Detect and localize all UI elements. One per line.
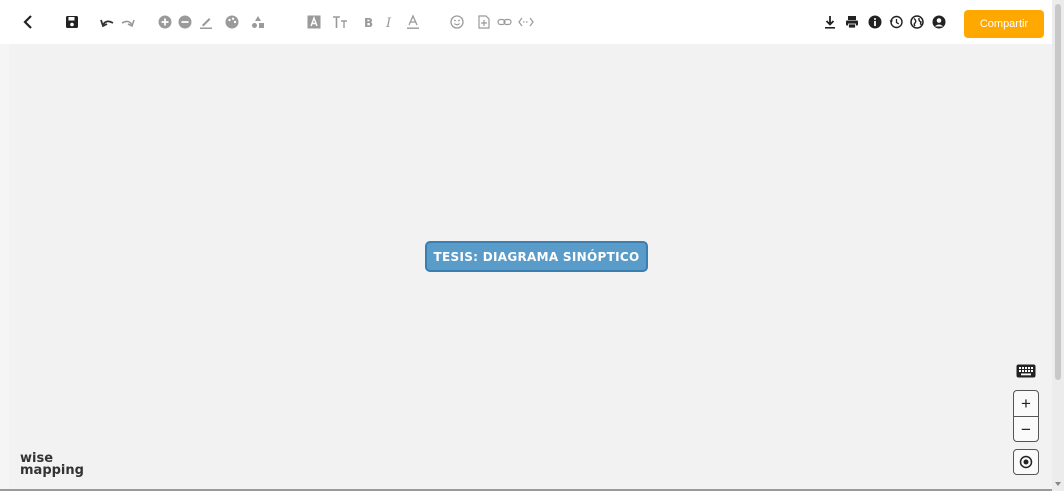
text-box-icon (307, 15, 321, 29)
printer-icon (846, 16, 858, 29)
keyboard-icon (1016, 364, 1036, 378)
editor-toolbar: B I Compartir (0, 0, 1052, 44)
zoom-in-button[interactable]: + (1014, 391, 1038, 416)
save-icon (66, 16, 78, 28)
zoom-controls: + − (1013, 390, 1039, 442)
add-note-button[interactable] (474, 12, 494, 32)
scroll-down-arrow-icon[interactable] (1055, 482, 1061, 486)
add-icon-button[interactable] (447, 12, 467, 32)
add-topic-button[interactable] (155, 12, 175, 32)
add-link-button[interactable] (495, 12, 515, 32)
border-style-button[interactable] (196, 12, 216, 32)
target-icon (1019, 455, 1033, 469)
export-button[interactable] (820, 12, 840, 32)
back-button[interactable] (18, 12, 38, 32)
text-color-icon (407, 14, 419, 29)
smiley-icon (450, 15, 464, 29)
add-relationship-button[interactable] (516, 12, 536, 32)
fill-color-button[interactable] (222, 12, 242, 32)
globe-icon (910, 15, 924, 29)
history-icon (889, 15, 903, 29)
vertical-scrollbar[interactable] (1052, 0, 1064, 491)
central-topic-label: TESIS: DIAGRAMA SINÓPTICO (433, 249, 640, 264)
note-add-icon (478, 15, 490, 29)
info-button[interactable] (865, 12, 885, 32)
wisemapping-logo: wise mapping (20, 452, 84, 478)
center-view-button[interactable] (1013, 449, 1039, 475)
redo-icon (121, 19, 135, 28)
save-button[interactable] (62, 12, 82, 32)
zoom-out-button[interactable]: − (1014, 417, 1038, 442)
history-button[interactable] (886, 12, 906, 32)
scrollbar-thumb[interactable] (1055, 4, 1061, 380)
delete-topic-button[interactable] (175, 12, 195, 32)
shape-button[interactable] (248, 12, 268, 32)
italic-icon: I (385, 16, 392, 29)
font-size-icon (333, 16, 347, 28)
minus-circle-icon (178, 15, 192, 29)
chevron-left-icon (23, 15, 32, 29)
link-icon (497, 18, 512, 26)
relationship-arrows-icon (518, 17, 534, 27)
bold-button[interactable]: B (358, 12, 378, 32)
italic-button[interactable]: I (380, 12, 400, 32)
plus-circle-icon (158, 15, 172, 29)
bold-icon: B (364, 16, 373, 29)
svg-text:B: B (364, 16, 373, 29)
keyboard-shortcuts-button[interactable] (1016, 364, 1036, 380)
publish-button[interactable] (907, 12, 927, 32)
logo-line-2: mapping (20, 463, 84, 478)
undo-button[interactable] (98, 12, 118, 32)
font-size-button[interactable] (330, 12, 350, 32)
shapes-icon (252, 16, 264, 28)
user-circle-icon (932, 15, 946, 29)
canvas-left-edge (0, 44, 9, 491)
central-topic-node[interactable]: TESIS: DIAGRAMA SINÓPTICO (425, 241, 648, 272)
download-icon (825, 16, 835, 29)
svg-text:I: I (385, 16, 392, 29)
undo-icon (100, 19, 114, 28)
text-color-button[interactable] (403, 12, 423, 32)
palette-icon (225, 15, 239, 29)
redo-button[interactable] (117, 12, 137, 32)
print-button[interactable] (842, 12, 862, 32)
font-color-button[interactable] (304, 12, 324, 32)
account-button[interactable] (929, 12, 949, 32)
info-icon (868, 15, 882, 29)
pencil-line-icon (200, 18, 212, 29)
share-button[interactable]: Compartir (964, 10, 1044, 38)
